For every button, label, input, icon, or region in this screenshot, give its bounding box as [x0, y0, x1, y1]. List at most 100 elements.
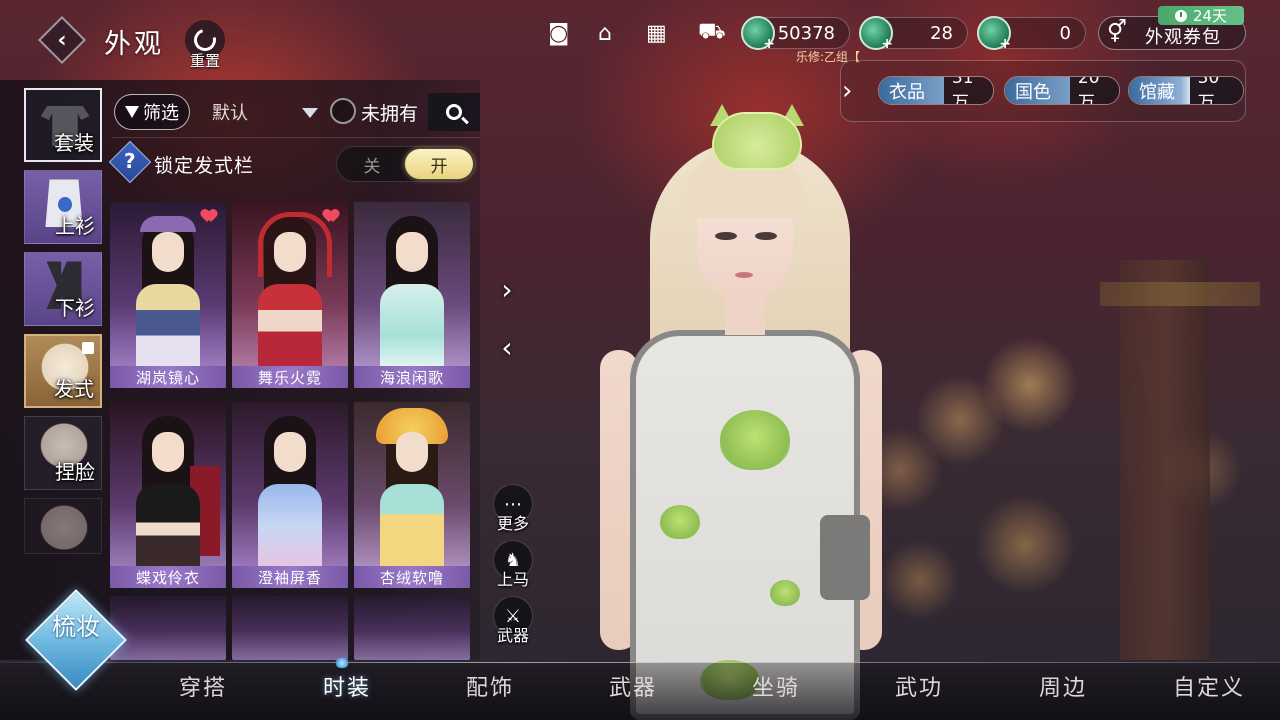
- outfit-card[interactable]: [232, 596, 348, 660]
- reset-button[interactable]: 重置: [182, 20, 228, 72]
- outfit-face: [396, 432, 428, 472]
- outfit-face: [274, 232, 306, 272]
- toggle-on-option[interactable]: 开: [405, 149, 473, 179]
- stat-style[interactable]: 衣品 31万: [878, 76, 994, 105]
- mount-button[interactable]: ♞ 上马: [490, 540, 536, 590]
- makeup-label: 梳妆: [52, 613, 100, 641]
- side-tab-top[interactable]: 上衫: [24, 170, 102, 244]
- character-eye: [755, 232, 777, 240]
- cat-hat: [712, 112, 802, 170]
- side-tab-label: 上衫: [55, 214, 95, 238]
- weapon-button[interactable]: ⚔ 武器: [490, 596, 536, 646]
- unowned-checkbox[interactable]: [330, 98, 356, 124]
- character-preview[interactable]: [590, 100, 920, 720]
- help-icon[interactable]: ?: [124, 149, 136, 173]
- bottom-nav-divider: [0, 662, 1280, 663]
- filter-icon: [125, 106, 139, 118]
- stat-collection[interactable]: 馆藏 30万: [1128, 76, 1244, 105]
- side-tab-label: 发式: [54, 377, 94, 401]
- side-tab-hairstyle[interactable]: 发式: [24, 334, 102, 408]
- outfit-name: 海浪闲歌: [354, 366, 470, 388]
- filter-button[interactable]: 筛选: [114, 94, 190, 130]
- clock-icon: [1174, 9, 1187, 22]
- tab-peripherals[interactable]: 周边: [1028, 670, 1098, 704]
- days-left-badge: 24天: [1158, 6, 1244, 25]
- reset-label: 重置: [189, 52, 220, 70]
- prev-page-arrow-icon[interactable]: ‹: [494, 330, 520, 364]
- currency-amount: 50378: [777, 23, 835, 44]
- character-neck: [725, 295, 765, 335]
- sort-value: 默认: [212, 103, 248, 124]
- stat-value: 31万: [943, 77, 993, 104]
- search-button[interactable]: [428, 93, 480, 131]
- outfit-face: [274, 432, 306, 472]
- dress-heart-pattern: [770, 580, 800, 606]
- shop-icon: ⌂: [598, 20, 612, 46]
- favorite-heart-icon: [324, 210, 338, 222]
- character-arm-sleeve: [820, 515, 870, 600]
- outfit-card-background: [110, 596, 226, 660]
- outfit-dress: [136, 284, 200, 370]
- store-button[interactable]: ▦: [646, 18, 669, 48]
- outfit-dress: [380, 484, 444, 570]
- outfit-face: [152, 232, 184, 272]
- tab-outfit-combo[interactable]: 穿搭: [168, 670, 238, 704]
- more-button[interactable]: ⋯ 更多: [490, 484, 536, 534]
- outfit-card[interactable]: [354, 596, 470, 660]
- outfit-dress: [136, 484, 200, 570]
- shop-button[interactable]: ⌂: [598, 18, 614, 48]
- outfit-face: [152, 432, 184, 472]
- tab-custom[interactable]: 自定义: [1164, 670, 1254, 704]
- tab-mounts[interactable]: 坐骑: [741, 670, 811, 704]
- cart-icon: ⛟: [698, 19, 726, 44]
- stat-name: 国色: [1005, 77, 1070, 104]
- outfit-name: 湖岚镜心: [110, 366, 226, 388]
- mount-label: 上马: [496, 570, 529, 589]
- stats-expand-icon[interactable]: ›: [842, 76, 852, 106]
- outfit-card[interactable]: 杏绒软噜: [354, 402, 470, 588]
- days-left-text: 24天: [1192, 7, 1228, 25]
- background-beam: [1100, 282, 1260, 306]
- side-tab-label: 捏脸: [55, 460, 95, 484]
- next-page-arrow-icon[interactable]: ›: [494, 272, 520, 306]
- camera-button[interactable]: ◙: [548, 18, 571, 48]
- currency-jade[interactable]: 28: [859, 16, 968, 52]
- side-tab-face[interactable]: 捏脸: [24, 416, 102, 490]
- toggle-off-option[interactable]: 关: [337, 147, 407, 181]
- search-icon: [446, 104, 462, 120]
- back-button[interactable]: ‹: [37, 15, 87, 65]
- sort-dropdown[interactable]: 默认: [200, 94, 324, 130]
- outfit-card-background: [232, 596, 348, 660]
- tab-fashion[interactable]: 时装: [312, 658, 382, 704]
- side-tab-makeup[interactable]: [24, 498, 102, 555]
- side-tab-bottom[interactable]: 下衫: [24, 252, 102, 326]
- makeup-button[interactable]: 梳妆: [25, 589, 127, 691]
- side-tab-outfit[interactable]: 套装: [24, 88, 102, 162]
- tab-martial-arts[interactable]: 武功: [884, 670, 954, 704]
- camera-icon: ◙: [548, 20, 570, 46]
- tab-weapons[interactable]: 武器: [598, 670, 668, 704]
- cart-button[interactable]: ⛟: [698, 18, 728, 48]
- tab-accessories[interactable]: 配饰: [455, 670, 525, 704]
- makeup-face-icon: [35, 505, 93, 555]
- currency-amount: 28: [930, 23, 953, 44]
- outfit-card[interactable]: 蝶戏伶衣: [110, 402, 226, 588]
- jade-coin-icon: [977, 16, 1011, 52]
- outfit-card[interactable]: 海浪闲歌: [354, 202, 470, 388]
- gender-icon: ⚥: [1107, 20, 1127, 45]
- stat-beauty[interactable]: 国色 20万: [1004, 76, 1120, 105]
- currency-amount: 0: [1059, 23, 1071, 44]
- hair-lock-toggle[interactable]: 关 开: [336, 146, 476, 182]
- outfit-name: 澄袖屏香: [232, 566, 348, 588]
- outfit-card[interactable]: 湖岚镜心: [110, 202, 226, 388]
- outfit-dress: [258, 484, 322, 570]
- filter-label: 筛选: [143, 103, 179, 124]
- outfit-card[interactable]: 澄袖屏香: [232, 402, 348, 588]
- currency-gem[interactable]: 0: [977, 16, 1086, 52]
- character-mouth: [735, 272, 753, 278]
- outfit-card[interactable]: [110, 596, 226, 660]
- outfit-dress: [380, 284, 444, 370]
- stat-name: 馆藏: [1129, 77, 1190, 104]
- currency-jade-bound[interactable]: 50378: [741, 16, 850, 52]
- outfit-card[interactable]: 舞乐火霓: [232, 202, 348, 388]
